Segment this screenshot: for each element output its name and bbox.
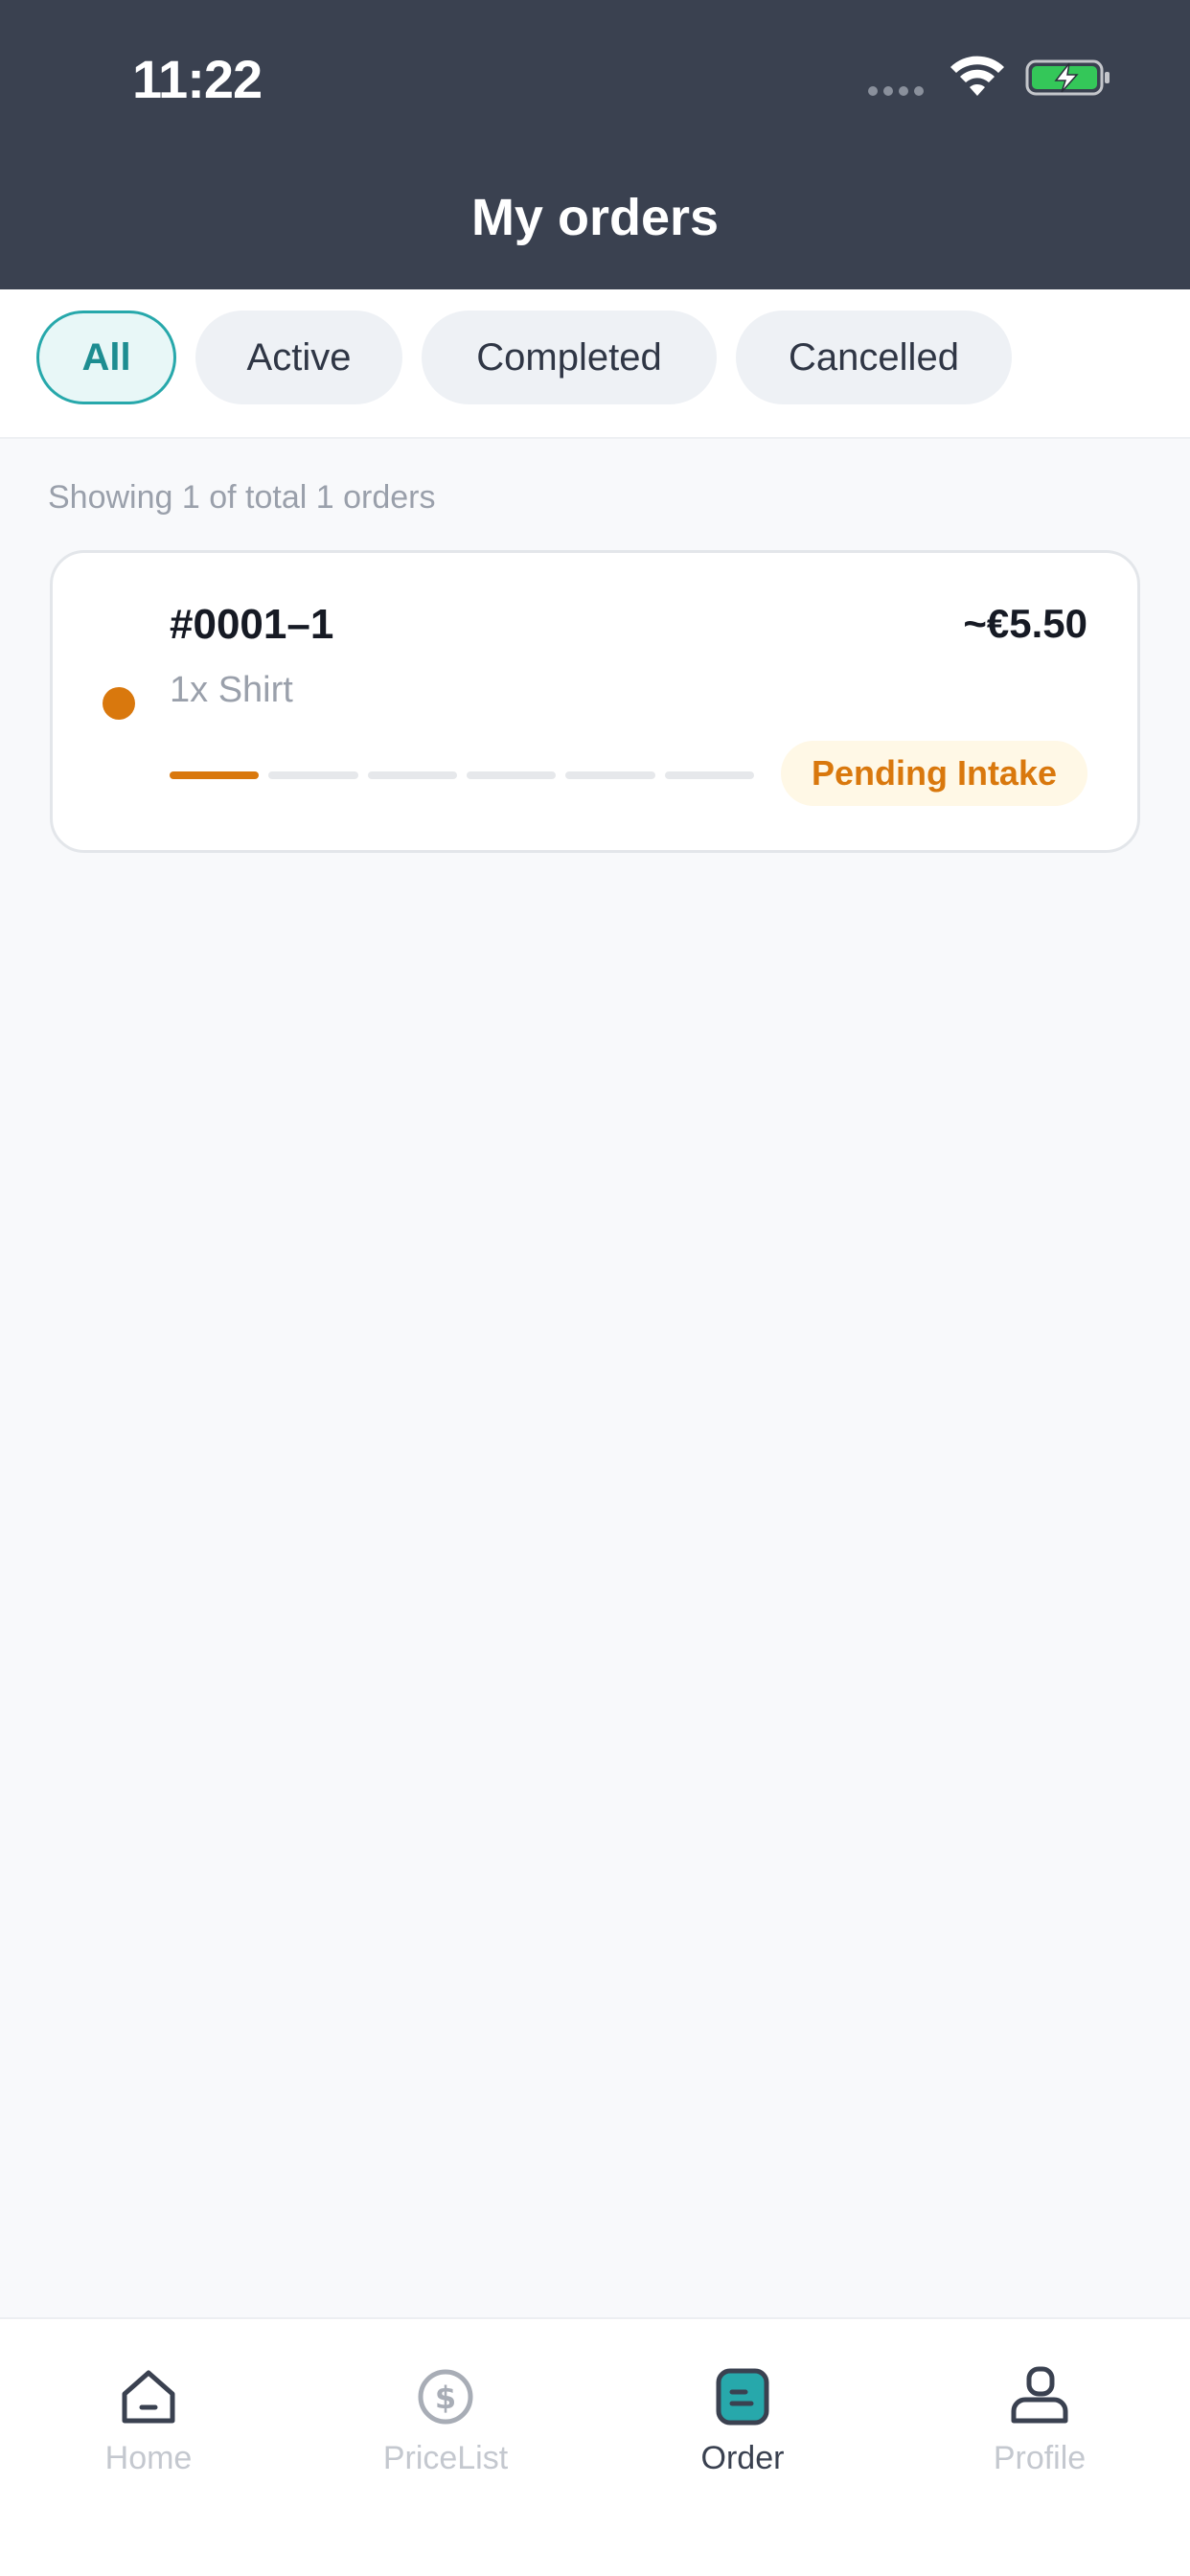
progress-segment (367, 771, 457, 779)
tab-all[interactable]: All (36, 310, 176, 404)
order-price: ~€5.50 (963, 601, 1087, 646)
svg-text:$: $ (435, 2380, 456, 2416)
wifi-icon (950, 56, 1004, 96)
header: 11:22 My orders (0, 0, 1190, 289)
status-time: 11:22 (132, 49, 263, 109)
progress-segment (664, 771, 754, 779)
page-title: My orders (470, 189, 720, 246)
filter-tabs: All Active Completed Cancelled (0, 289, 1190, 439)
nav-order-label: Order (700, 2440, 785, 2476)
tab-active[interactable]: Active (195, 310, 402, 404)
order-id: #0001–1 (170, 601, 334, 648)
nav-order[interactable]: Order (594, 2340, 891, 2484)
progress-segment (466, 771, 557, 779)
progress-segment (170, 771, 260, 779)
bottom-nav: Home $ PriceList Order Profile (0, 2317, 1190, 2576)
progress-segment (268, 771, 358, 779)
nav-profile-label: Profile (993, 2440, 1087, 2476)
nav-pricelist[interactable]: $ PriceList (297, 2340, 594, 2484)
nav-profile[interactable]: Profile (891, 2340, 1188, 2484)
battery-charging-icon (1025, 59, 1110, 96)
tab-cancelled[interactable]: Cancelled (736, 310, 1012, 404)
cellular-signal-icon (868, 86, 924, 96)
dollar-coin-icon: $ (418, 2369, 473, 2425)
nav-home[interactable]: Home (0, 2340, 297, 2484)
nav-pricelist-label: PriceList (382, 2440, 509, 2476)
order-items: 1x Shirt (170, 670, 293, 710)
tab-completed[interactable]: Completed (422, 310, 717, 404)
order-icon (716, 2368, 769, 2426)
status-badge: Pending Intake (780, 741, 1087, 806)
profile-icon (1011, 2366, 1068, 2424)
home-icon (122, 2370, 175, 2424)
nav-home-label: Home (104, 2440, 193, 2476)
orders-summary: Showing 1 of total 1 orders (48, 479, 436, 516)
order-card[interactable]: #0001–1 ~€5.50 1x Shirt Pending Intake (50, 550, 1140, 853)
progress-segment (565, 771, 655, 779)
order-progress (170, 771, 754, 781)
status-dot (103, 687, 135, 720)
